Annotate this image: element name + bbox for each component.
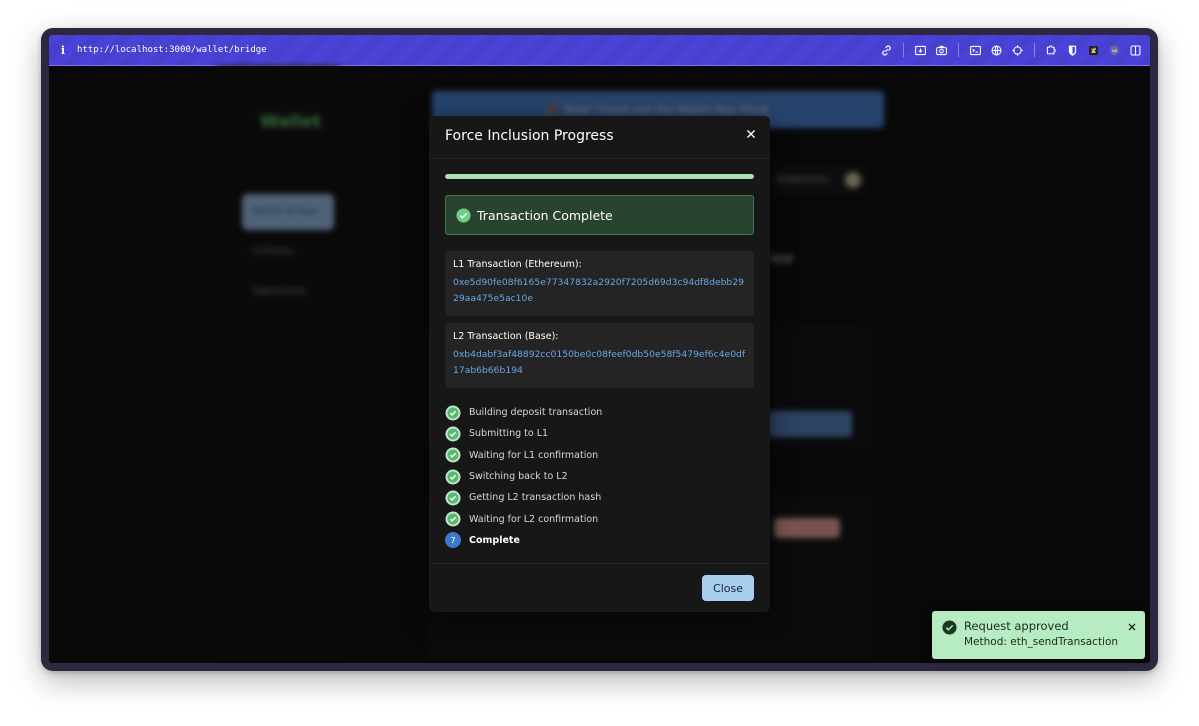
camera-icon[interactable] — [931, 35, 952, 65]
force-inclusion-modal: Force Inclusion Progress Transaction Com… — [429, 116, 770, 612]
progress-steps: Building deposit transaction Submitting … — [445, 402, 754, 551]
step-label: Waiting for L1 confirmation — [469, 449, 599, 461]
l1-transaction-hash-link[interactable]: 0xe5d90fe08f6165e77347832a2920f7205d69d3… — [453, 275, 746, 307]
step-label: Getting L2 transaction hash — [469, 492, 602, 504]
l1-transaction-box: L1 Transaction (Ethereum): 0xe5d90fe08f6… — [445, 251, 754, 316]
l1-transaction-label: L1 Transaction (Ethereum): — [453, 259, 582, 270]
check-circle-icon — [456, 207, 471, 223]
colorful-extension-icon[interactable] — [1083, 35, 1104, 65]
extension-icon[interactable] — [1041, 35, 1062, 65]
toast-message: Method: eth_sendTransaction — [964, 636, 1119, 648]
check-circle-icon — [445, 469, 461, 485]
modal-footer: Close — [429, 563, 770, 613]
screenshot-icon[interactable] — [910, 35, 931, 65]
link-icon[interactable] — [876, 35, 897, 65]
toolbar-divider — [1034, 43, 1035, 57]
status-text: Transaction Complete — [477, 207, 613, 223]
step-label: Complete — [469, 534, 520, 546]
browser-window: i http://localhost:3000/wallet/bridge uo… — [49, 35, 1150, 663]
check-circle-icon — [445, 490, 461, 506]
ublock-icon[interactable]: uo — [1104, 35, 1125, 65]
step-number-badge: 7 — [445, 532, 461, 549]
check-circle-icon — [445, 405, 461, 421]
step-item: Getting L2 transaction hash — [445, 487, 754, 508]
step-item: Submitting to L1 — [445, 423, 754, 444]
l2-transaction-box: L2 Transaction (Base): 0xb4dabf3af48892c… — [445, 323, 754, 388]
step-label: Submitting to L1 — [469, 428, 549, 440]
step-item: Building deposit transaction — [445, 402, 754, 423]
check-circle-icon — [942, 620, 957, 635]
step-item: Switching back to L2 — [445, 466, 754, 487]
progress-bar — [445, 174, 754, 179]
crosshair-icon[interactable] — [1007, 35, 1028, 65]
toolbar-divider — [958, 43, 959, 57]
check-circle-icon — [445, 447, 461, 463]
l2-transaction-hash-link[interactable]: 0xb4dabf3af48892cc0150be0c08feef0db50e58… — [453, 347, 746, 379]
address-bar-url[interactable]: http://localhost:3000/wallet/bridge — [77, 45, 267, 55]
step-label: Waiting for L2 confirmation — [469, 513, 599, 525]
step-item: Waiting for L2 confirmation — [445, 508, 754, 529]
progress-fill — [445, 174, 754, 179]
info-icon[interactable]: i — [49, 44, 77, 57]
modal-title: Force Inclusion Progress — [445, 128, 614, 144]
l2-transaction-label: L2 Transaction (Base): — [453, 331, 559, 342]
toolbar-icons: uo — [876, 35, 1146, 65]
toolbar-divider — [903, 43, 904, 57]
step-item: Waiting for L1 confirmation — [445, 445, 754, 466]
close-icon[interactable] — [1127, 617, 1137, 631]
close-icon[interactable] — [744, 126, 758, 140]
toast-title: Request approved — [964, 619, 1069, 633]
close-button[interactable]: Close — [702, 575, 754, 601]
browser-toolbar: i http://localhost:3000/wallet/bridge uo — [49, 35, 1150, 66]
request-approved-toast: Request approved Method: eth_sendTransac… — [932, 611, 1145, 659]
modal-header: Force Inclusion Progress — [429, 116, 770, 159]
bitwarden-icon[interactable] — [1062, 35, 1083, 65]
step-label: Switching back to L2 — [469, 471, 568, 483]
check-circle-icon — [445, 511, 461, 527]
step-item-current: 7 Complete — [445, 530, 754, 551]
step-label: Building deposit transaction — [469, 407, 603, 419]
terminal-icon[interactable] — [965, 35, 986, 65]
sidebar-toggle-icon[interactable] — [1125, 35, 1146, 65]
transaction-complete-alert: Transaction Complete — [445, 195, 754, 235]
globe-icon[interactable] — [986, 35, 1007, 65]
svg-text:uo: uo — [1112, 48, 1118, 53]
device-frame: i http://localhost:3000/wallet/bridge uo… — [41, 28, 1158, 671]
check-circle-icon — [445, 426, 461, 442]
